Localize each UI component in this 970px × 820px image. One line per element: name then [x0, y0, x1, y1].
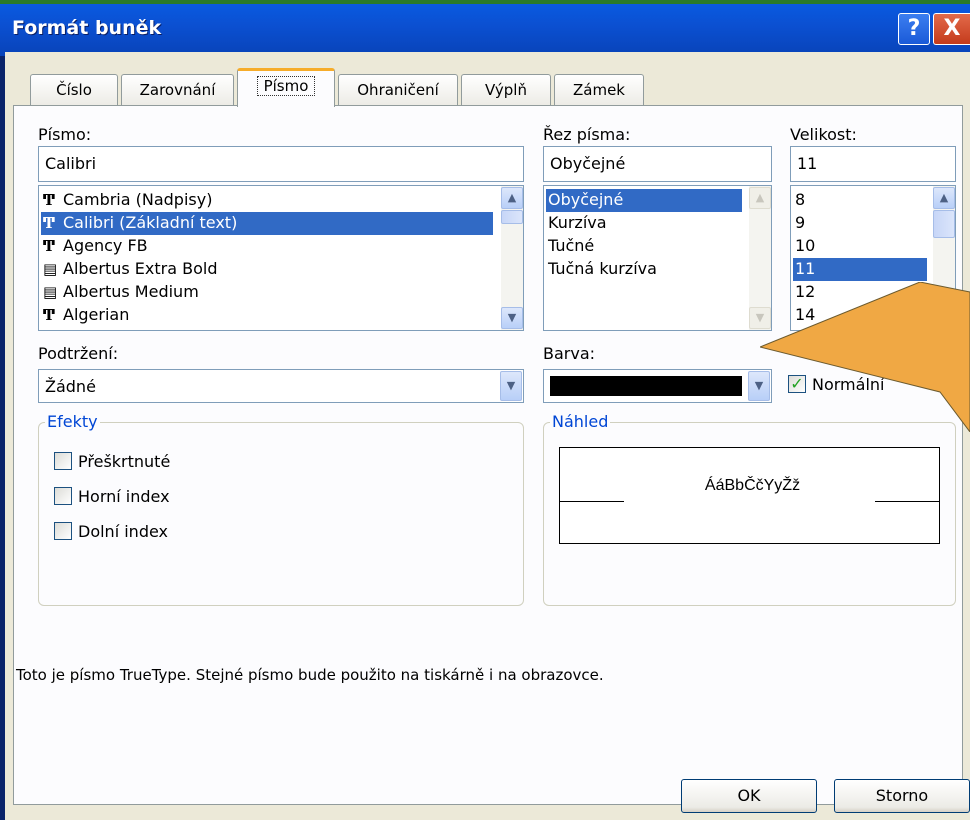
strikethrough-checkbox[interactable]: Přeškrtnuté — [54, 451, 171, 472]
list-item[interactable]: 8 — [793, 189, 805, 212]
scroll-down-icon[interactable]: ▼ — [501, 307, 523, 329]
list-item[interactable]: 10 — [793, 235, 815, 258]
checkbox-icon[interactable] — [54, 521, 72, 540]
list-item[interactable]: 9 — [793, 212, 805, 235]
font-list-scrollbar[interactable]: ▲ ▼ — [501, 186, 523, 330]
truetype-icon: Ͳ — [43, 237, 56, 255]
preview-baseline-left — [560, 501, 624, 502]
strikethrough-label: Přeškrtnuté — [78, 452, 171, 471]
scroll-up-icon[interactable]: ▲ — [501, 187, 523, 209]
preview-sample-text: ÁáBbČčYyŽž — [704, 477, 801, 494]
font-size-label: Velikost: — [790, 125, 857, 144]
tab-label: Číslo — [56, 81, 92, 99]
help-button[interactable]: ? — [898, 13, 930, 45]
tab-alignment[interactable]: Zarovnání — [121, 74, 234, 106]
callout-arrow-icon — [760, 282, 970, 432]
font-name-input[interactable]: Calibri — [38, 146, 524, 182]
preview-box: ÁáBbČčYyŽž — [559, 447, 940, 544]
tab-label: Zámek — [573, 81, 625, 99]
list-item-label: Calibri (Základní text) — [63, 213, 238, 232]
font-list[interactable]: Ͳ Cambria (Nadpisy) Ͳ Calibri (Základní te… — [38, 185, 524, 331]
list-item-label: Cambria (Nadpisy) — [63, 190, 213, 209]
tab-label: Zarovnání — [139, 81, 216, 99]
tab-border[interactable]: Ohraničení — [338, 74, 458, 106]
checkbox-icon[interactable] — [54, 451, 72, 470]
printer-font-icon: ▤ — [43, 283, 58, 301]
tab-protection[interactable]: Zámek — [554, 74, 644, 106]
font-style-label: Řez písma: — [543, 125, 631, 144]
list-item[interactable]: Ͳ Algerian — [41, 304, 497, 327]
scroll-thumb[interactable] — [933, 210, 955, 238]
list-item-selected[interactable]: Obyčejné — [546, 189, 742, 212]
font-tab-panel: Písmo: Calibri Ͳ Cambria (Nadpisy) Ͳ Calib… — [13, 105, 963, 805]
underline-value: Žádné — [45, 377, 96, 396]
list-item[interactable]: ▤ Albertus Medium — [41, 281, 497, 304]
list-item-label: Albertus Medium — [63, 282, 199, 301]
font-info-text: Toto je písmo TrueType. Stejné písmo bud… — [16, 666, 604, 684]
superscript-label: Horní index — [78, 487, 170, 506]
list-item[interactable]: ▤ Albertus Extra Bold — [41, 258, 497, 281]
dialog-title: Formát buněk — [12, 17, 162, 39]
list-item-label: Agency FB — [63, 236, 148, 255]
tab-number[interactable]: Číslo — [30, 74, 118, 106]
tab-font[interactable]: Písmo — [237, 68, 335, 107]
format-cells-dialog: Formát buněk ? X Číslo Zarovnání Písmo O… — [0, 0, 970, 820]
cancel-button[interactable]: Storno — [834, 779, 970, 813]
tab-label: Ohraničení — [357, 81, 439, 99]
title-bar[interactable]: Formát buněk ? X — [0, 0, 970, 56]
preview-baseline-right — [875, 501, 939, 502]
list-item[interactable]: Tučné — [546, 235, 594, 258]
list-item[interactable]: Tučná kurzíva — [546, 258, 657, 281]
tab-label: Výplň — [485, 81, 527, 99]
tab-fill[interactable]: Výplň — [461, 74, 551, 106]
effects-title: Efekty — [45, 412, 100, 431]
list-item-label: Algerian — [63, 305, 130, 324]
preview-title: Náhled — [550, 412, 611, 431]
underline-label: Podtržení: — [38, 344, 119, 363]
list-item[interactable]: Kurzíva — [546, 212, 607, 235]
subscript-checkbox[interactable]: Dolní index — [54, 521, 168, 542]
subscript-label: Dolní index — [78, 522, 168, 541]
list-item[interactable]: Ͳ Cambria (Nadpisy) — [41, 189, 497, 212]
list-item-label: Albertus Extra Bold — [63, 259, 218, 278]
color-label: Barva: — [543, 344, 596, 363]
underline-select[interactable]: Žádné ▼ — [38, 369, 524, 403]
ok-button[interactable]: OK — [681, 779, 817, 813]
font-label: Písmo: — [38, 125, 92, 144]
tab-label: Písmo — [256, 76, 316, 96]
font-size-input[interactable]: 11 — [790, 146, 956, 182]
truetype-icon: Ͳ — [43, 191, 56, 209]
truetype-icon: Ͳ — [43, 214, 56, 232]
scroll-thumb[interactable] — [501, 210, 523, 224]
superscript-checkbox[interactable]: Horní index — [54, 486, 170, 507]
font-style-input[interactable]: Obyčejné — [543, 146, 772, 182]
scroll-up-icon[interactable]: ▲ — [749, 187, 771, 209]
font-style-list[interactable]: Obyčejné Kurzíva Tučné Tučná kurzíva ▲ ▼ — [543, 185, 772, 331]
color-select[interactable]: ▼ — [543, 369, 772, 403]
scroll-up-icon[interactable]: ▲ — [933, 187, 955, 209]
list-item[interactable]: Ͳ Agency FB — [41, 235, 497, 258]
list-item-selected[interactable]: 11 — [793, 258, 927, 281]
color-swatch — [550, 376, 742, 396]
dialog-client-area: Číslo Zarovnání Písmo Ohraničení Výplň Z… — [5, 52, 970, 820]
list-item-selected[interactable]: Ͳ Calibri (Základní text) — [41, 212, 493, 235]
chevron-down-icon[interactable]: ▼ — [500, 371, 522, 401]
printer-font-icon: ▤ — [43, 260, 58, 278]
close-button[interactable]: X — [933, 13, 970, 45]
checkbox-icon[interactable] — [54, 486, 72, 505]
effects-group: Efekty — [38, 412, 524, 606]
truetype-icon: Ͳ — [43, 306, 56, 324]
